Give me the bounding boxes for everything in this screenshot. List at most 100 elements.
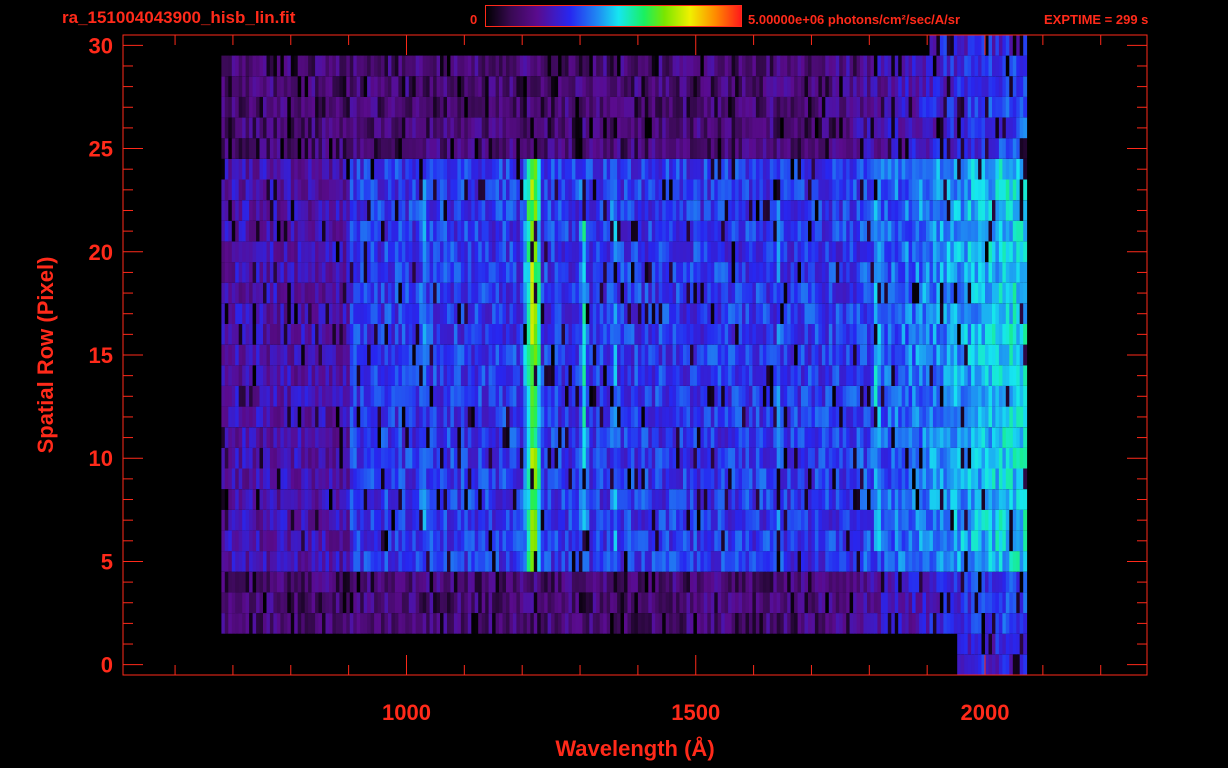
heatmap-cell	[308, 324, 312, 345]
heatmap-cell	[457, 592, 462, 613]
heatmap-cell	[401, 489, 406, 510]
heatmap-cell	[898, 427, 903, 448]
heatmap-cell	[228, 571, 233, 593]
heatmap-cell	[943, 303, 948, 324]
heatmap-cell	[721, 344, 726, 366]
heatmap-cell	[787, 303, 792, 324]
heatmap-cell	[814, 447, 819, 469]
heatmap-cell	[936, 406, 941, 428]
heatmap-cell	[273, 571, 278, 593]
heatmap-cell	[877, 571, 882, 593]
heatmap-cell	[867, 241, 871, 263]
heatmap-cell	[717, 241, 722, 263]
heatmap-cell	[519, 324, 524, 345]
heatmap-cell	[485, 324, 490, 345]
heatmap-cell	[297, 613, 302, 634]
heatmap-cell	[992, 530, 996, 552]
heatmap-cell	[252, 179, 257, 201]
heatmap-cell	[728, 282, 732, 304]
heatmap-cell	[1012, 489, 1017, 510]
heatmap-cell	[922, 324, 927, 345]
heatmap-cell	[870, 447, 875, 469]
heatmap-cell	[641, 447, 646, 469]
heatmap-cell	[301, 406, 306, 428]
heatmap-cell	[964, 365, 969, 386]
heatmap-cell	[637, 551, 642, 572]
heatmap-cell	[801, 509, 805, 531]
heatmap-cell	[880, 551, 885, 572]
heatmap-cell	[1023, 344, 1028, 366]
heatmap-cell	[905, 489, 910, 510]
heatmap-cell	[304, 365, 309, 386]
heatmap-cell	[971, 282, 975, 304]
heatmap-cell	[540, 406, 545, 428]
heatmap-cell	[703, 571, 708, 593]
heatmap-cell	[342, 571, 347, 593]
heatmap-cell	[329, 551, 333, 572]
heatmap-cell	[884, 509, 889, 531]
heatmap-cell	[860, 262, 864, 283]
heatmap-cell	[842, 220, 847, 242]
heatmap-cell	[787, 530, 792, 552]
heatmap-cell	[790, 344, 795, 366]
heatmap-cell	[877, 530, 882, 552]
heatmap-cell	[863, 613, 868, 634]
heatmap-cell	[488, 324, 493, 345]
heatmap-cell	[676, 489, 680, 510]
heatmap-cell	[742, 200, 746, 221]
heatmap-cell	[863, 468, 868, 490]
heatmap-cell	[329, 220, 333, 242]
heatmap-cell	[457, 386, 462, 407]
heatmap-cell	[322, 509, 326, 531]
heatmap-cell	[794, 282, 798, 304]
heatmap-cell	[783, 365, 788, 386]
heatmap-cell	[912, 282, 916, 304]
heatmap-cell	[259, 571, 264, 593]
heatmap-cell	[877, 282, 882, 304]
heatmap-cell	[363, 509, 368, 531]
heatmap-cell	[752, 530, 757, 552]
heatmap-cell	[360, 406, 365, 428]
heatmap-cell	[426, 324, 431, 345]
heatmap-cell	[356, 468, 361, 490]
heatmap-cell	[447, 179, 451, 201]
heatmap-cell	[318, 406, 323, 428]
heatmap-cell	[509, 200, 514, 221]
heatmap-cell	[960, 365, 965, 386]
heatmap-cell	[401, 592, 406, 613]
heatmap-cell	[842, 530, 847, 552]
heatmap-cell	[971, 551, 975, 572]
heatmap-cell	[717, 303, 722, 324]
heatmap-cell	[540, 530, 545, 552]
heatmap-cell	[759, 447, 764, 469]
heatmap-cell	[804, 447, 809, 469]
heatmap-cell	[988, 220, 993, 242]
heatmap-cell	[551, 303, 555, 324]
heatmap-cell	[412, 241, 417, 263]
heatmap-cell	[460, 386, 465, 407]
heatmap-cell	[821, 220, 826, 242]
heatmap-cell	[877, 406, 882, 428]
heatmap-cell	[818, 200, 823, 221]
heatmap-cell	[613, 241, 618, 263]
heatmap-cell	[891, 530, 896, 552]
heatmap-cell	[690, 530, 694, 552]
heatmap-cell	[356, 282, 361, 304]
heatmap-cell	[301, 592, 306, 613]
heatmap-cell	[495, 303, 500, 324]
heatmap-cell	[842, 592, 847, 613]
heatmap-cell	[860, 551, 864, 572]
heatmap-cell	[992, 551, 996, 572]
heatmap-cell	[537, 468, 542, 490]
heatmap-cell	[693, 303, 698, 324]
heatmap-cell	[308, 365, 312, 386]
heatmap-cell	[870, 551, 875, 572]
heatmap-cell	[863, 220, 868, 242]
heatmap-cell	[679, 220, 684, 242]
heatmap-cell	[707, 613, 712, 634]
heatmap-cell	[648, 344, 653, 366]
heatmap-cell	[575, 282, 580, 304]
heatmap-cell	[509, 406, 514, 428]
heatmap-cell	[950, 406, 955, 428]
heatmap-cell	[374, 220, 378, 242]
